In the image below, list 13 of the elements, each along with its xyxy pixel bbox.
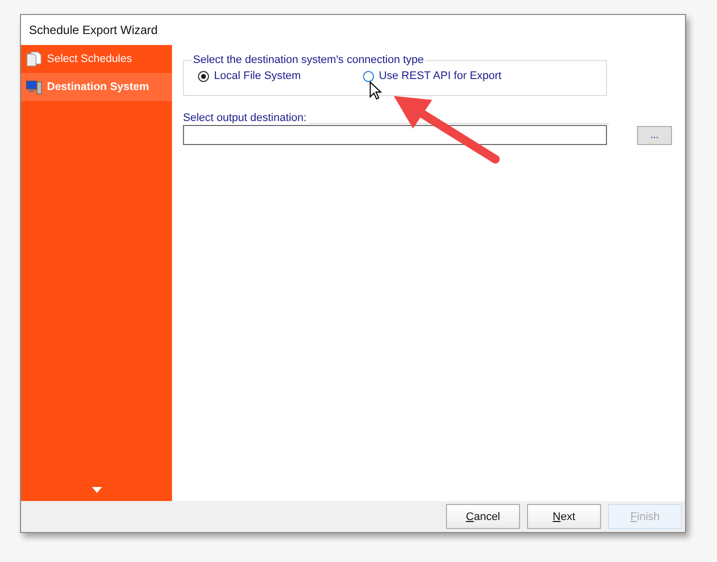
- wizard-button[interactable]: Next: [527, 504, 601, 529]
- output-label: Select output destination:: [183, 112, 307, 124]
- scroll-down-icon[interactable]: [92, 487, 102, 493]
- pages-icon: [26, 51, 42, 67]
- radio-option[interactable]: Use REST API for Export: [362, 70, 502, 82]
- group-legend: Select the destination system's connection type: [192, 54, 425, 66]
- wizard-button[interactable]: Cancel: [446, 504, 520, 529]
- mouse-cursor-icon: [369, 81, 382, 100]
- output-path-field[interactable]: [183, 125, 607, 145]
- browse-button[interactable]: ...: [637, 126, 672, 144]
- computer-icon: [26, 79, 42, 95]
- radio-option[interactable]: Local File System: [198, 70, 301, 82]
- window-title: Schedule Export Wizard: [29, 23, 158, 37]
